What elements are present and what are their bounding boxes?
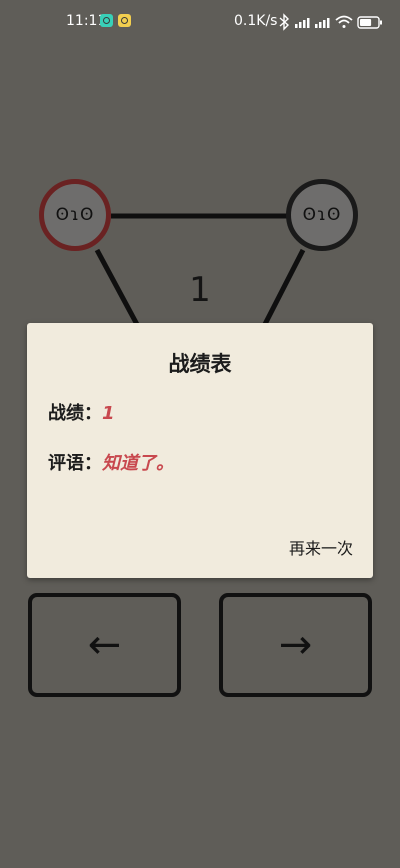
arrow-left-icon: ← [87, 622, 122, 668]
edge-left [94, 248, 143, 332]
signal-icon [295, 18, 310, 28]
node-face: ʘɿʘ [55, 205, 95, 225]
comment-value: 知道了。 [102, 453, 174, 474]
status-bar: 11:11 0.1K/s [0, 0, 400, 44]
arrow-right-icon: → [278, 622, 313, 668]
node-face: ʘɿʘ [302, 205, 342, 225]
status-icons [279, 13, 382, 31]
right-arrow-button[interactable]: → [219, 593, 372, 697]
game-board: ʘɿʘ ʘɿʘ 1 [0, 150, 400, 350]
signal-icon [315, 18, 330, 28]
dialog-title: 战绩表 [168, 352, 232, 376]
record-value: 1 [102, 403, 115, 424]
comment-label: 评语： [48, 453, 102, 474]
result-dialog: 战绩表 战绩：1 评语：知道了。 再来一次 [27, 323, 373, 578]
bluetooth-icon [279, 13, 290, 31]
board-lines [94, 213, 306, 332]
record-row: 战绩：1 [48, 399, 115, 425]
retry-button[interactable]: 再来一次 [289, 535, 353, 559]
battery-icon [357, 16, 382, 29]
edge-right [259, 248, 306, 332]
network-speed: 0.1K/s [234, 13, 278, 29]
comment-row: 评语：知道了。 [48, 449, 174, 475]
app-badge-icon [100, 14, 113, 27]
node-left[interactable]: ʘɿʘ [39, 179, 111, 251]
record-label: 战绩： [48, 403, 102, 424]
node-right[interactable]: ʘɿʘ [286, 179, 358, 251]
left-arrow-button[interactable]: ← [28, 593, 181, 697]
app-badge-icon [118, 14, 131, 27]
score-number: 1 [189, 270, 211, 310]
wifi-icon [335, 15, 353, 28]
